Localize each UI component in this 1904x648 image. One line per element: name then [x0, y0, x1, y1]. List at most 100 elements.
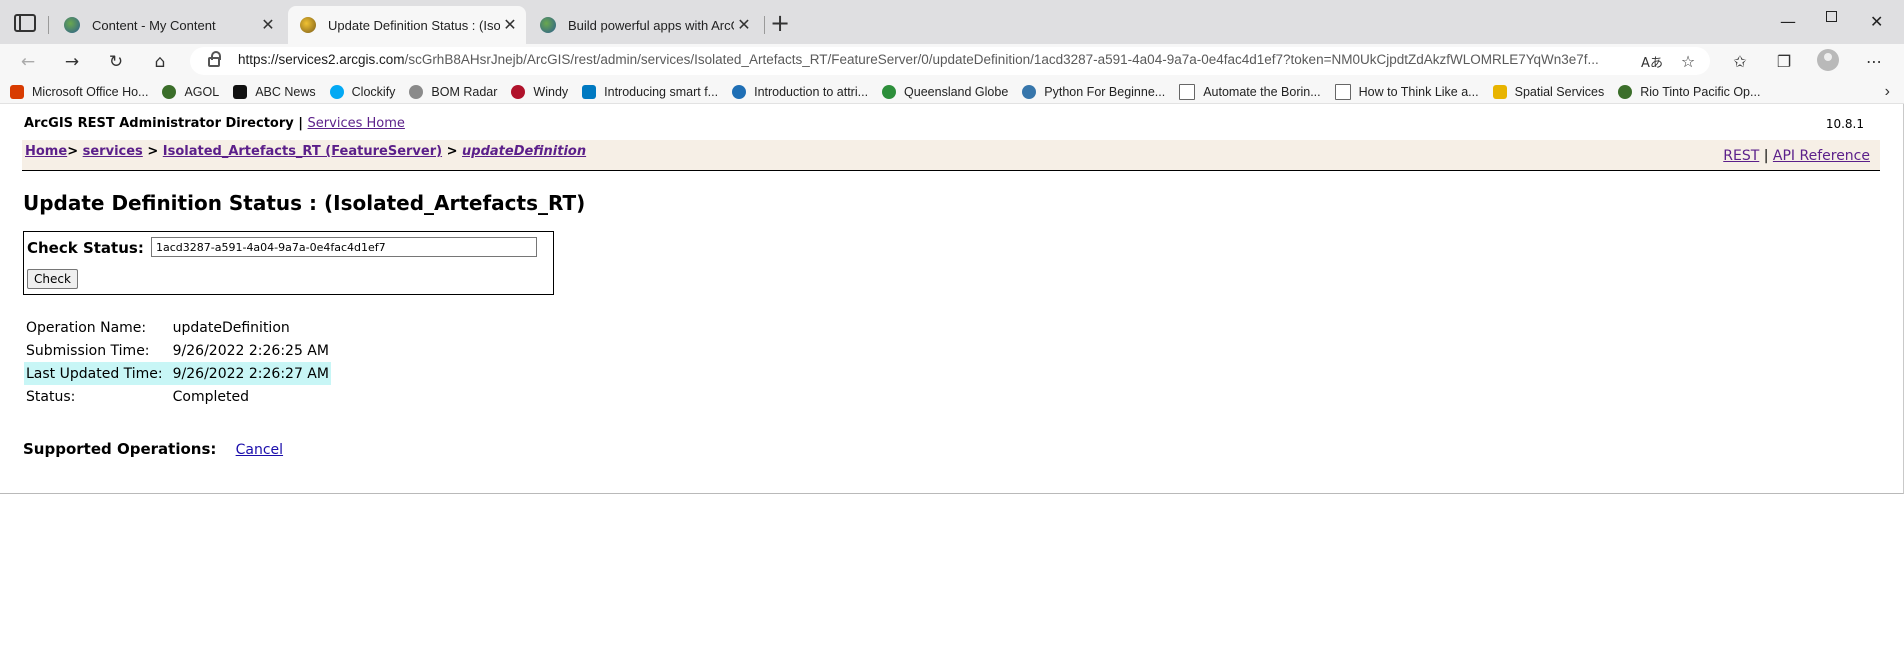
profile-avatar[interactable] — [1817, 49, 1839, 71]
page-icon — [1334, 83, 1351, 100]
table-row: Operation Name: updateDefinition — [24, 316, 331, 339]
breadcrumb: Home> services > Isolated_Artefacts_RT (… — [22, 140, 1880, 171]
directory-title: ArcGIS REST Administrator Directory — [24, 116, 294, 131]
tab-title: Content - My Content — [92, 17, 216, 33]
detail-label: Submission Time: — [26, 342, 150, 359]
collections-icon[interactable]: ❐ — [1772, 52, 1796, 71]
forward-icon[interactable]: → — [60, 52, 84, 72]
favorite-item[interactable]: Spatial Services — [1492, 84, 1605, 99]
favorite-item[interactable]: Windy — [511, 84, 569, 99]
favorite-label: AGOL — [184, 84, 220, 99]
read-aloud-icon[interactable]: Aあ — [1640, 52, 1664, 71]
favorites-icon[interactable]: ✩ — [1728, 52, 1752, 71]
rest-link[interactable]: REST — [1723, 148, 1759, 164]
tab-separator — [48, 16, 49, 34]
new-tab-icon[interactable]: + — [770, 11, 790, 35]
detail-value: Completed — [172, 388, 249, 405]
page-icon — [1179, 83, 1196, 100]
favorite-item[interactable]: Introducing smart f... — [582, 84, 719, 99]
url-path: /scGrhB8AHsrJnejb/ArcGIS/rest/admin/serv… — [404, 52, 1599, 67]
url-text[interactable]: https://services2.arcgis.com/scGrhB8AHsr… — [238, 52, 1628, 67]
lock-icon[interactable] — [208, 51, 221, 67]
arcgis-icon — [300, 17, 316, 33]
tab-strip — [0, 0, 1904, 48]
detail-label: Last Updated Time: — [24, 362, 171, 385]
globe-icon — [1618, 84, 1633, 99]
close-icon[interactable]: ✕ — [734, 15, 754, 35]
close-window-icon[interactable]: ✕ — [1870, 12, 1883, 31]
rest-separator: | — [1763, 148, 1769, 164]
favorite-label: Microsoft Office Ho... — [32, 84, 149, 99]
detail-value: 9/26/2022 2:26:27 AM — [170, 362, 331, 385]
maximize-icon[interactable] — [1826, 11, 1837, 22]
folder-icon — [1492, 84, 1507, 99]
add-favorite-icon[interactable]: ☆ — [1676, 52, 1700, 71]
globe-icon — [540, 17, 556, 33]
favorite-item[interactable]: How to Think Like a... — [1334, 83, 1479, 100]
favorite-item[interactable]: ABC News — [233, 84, 316, 99]
close-icon[interactable]: ✕ — [500, 15, 520, 35]
close-icon[interactable]: ✕ — [258, 15, 278, 35]
office-icon — [10, 84, 24, 99]
tab-title: Update Definition Status : (Isolat — [328, 17, 500, 33]
chevron-right-icon[interactable]: › — [1885, 83, 1890, 101]
favorite-item[interactable]: BOM Radar — [409, 84, 497, 99]
favorite-item[interactable]: Python For Beginne... — [1022, 84, 1166, 99]
home-icon[interactable]: ⌂ — [148, 52, 172, 72]
tab-actions-icon[interactable] — [14, 14, 36, 32]
check-status-form: Check Status: Check — [23, 231, 554, 295]
tab-update-definition-status[interactable]: Update Definition Status : (Isolat ✕ — [288, 6, 526, 44]
supported-operations-label: Supported Operations: — [23, 440, 217, 458]
favorite-item[interactable]: Introduction to attri... — [732, 84, 868, 99]
bom-icon — [409, 84, 424, 99]
favorite-label: Python For Beginne... — [1044, 84, 1166, 99]
favorite-label: Introducing smart f... — [604, 84, 719, 99]
breadcrumb-service-link[interactable]: Isolated_Artefacts_RT (FeatureServer) — [163, 144, 442, 159]
favorite-item[interactable]: Automate the Borin... — [1179, 83, 1321, 100]
breadcrumb-separator: > — [67, 144, 79, 159]
breadcrumb-separator: > — [446, 144, 458, 159]
job-id-input[interactable] — [151, 237, 537, 257]
breadcrumb-separator: > — [147, 144, 159, 159]
esri-icon — [582, 84, 597, 99]
header-separator: | — [298, 116, 304, 131]
supported-operations: Supported Operations: Cancel — [23, 440, 283, 458]
favorite-item[interactable]: Rio Tinto Pacific Op... — [1618, 84, 1761, 99]
table-row: Last Updated Time: 9/26/2022 2:26:27 AM — [24, 362, 331, 385]
favorite-label: Automate the Borin... — [1203, 84, 1321, 99]
favorites-bar: Microsoft Office Ho... AGOL ABC News Clo… — [0, 80, 1904, 104]
favorite-label: Rio Tinto Pacific Op... — [1640, 84, 1761, 99]
favorite-label: Clockify — [351, 84, 396, 99]
favorite-label: How to Think Like a... — [1358, 84, 1479, 99]
back-icon[interactable]: ← — [16, 52, 40, 72]
favorite-label: Windy — [533, 84, 569, 99]
favorite-item[interactable]: Microsoft Office Ho... — [10, 84, 149, 99]
favorite-item[interactable]: Clockify — [329, 84, 396, 99]
breadcrumb-services-link[interactable]: services — [83, 144, 143, 159]
favorite-label: Queensland Globe — [904, 84, 1009, 99]
clockify-icon — [329, 84, 344, 99]
table-row: Submission Time: 9/26/2022 2:26:25 AM — [24, 339, 331, 362]
breadcrumb-trail: Home> services > Isolated_Artefacts_RT (… — [25, 144, 586, 159]
python-icon — [1022, 84, 1037, 99]
tab-content-my-content[interactable]: Content - My Content ✕ — [52, 6, 284, 44]
services-home-link[interactable]: Services Home — [308, 116, 405, 131]
favorite-label: ABC News — [255, 84, 316, 99]
cancel-link[interactable]: Cancel — [236, 442, 283, 458]
windy-icon — [511, 84, 526, 99]
favorite-label: Spatial Services — [1514, 84, 1605, 99]
favorite-item[interactable]: Queensland Globe — [882, 84, 1009, 99]
favorite-item[interactable]: AGOL — [162, 84, 220, 99]
breadcrumb-current-link[interactable]: updateDefinition — [462, 144, 586, 159]
breadcrumb-home-link[interactable]: Home — [25, 144, 67, 159]
page-title: Update Definition Status : (Isolated_Art… — [23, 191, 586, 215]
more-menu-icon[interactable]: ⋯ — [1862, 52, 1886, 71]
check-button[interactable]: Check — [27, 269, 78, 289]
minimize-icon[interactable]: — — [1780, 12, 1796, 31]
detail-label: Status: — [26, 388, 76, 405]
tab-build-powerful-apps[interactable]: Build powerful apps with ArcGIS ✕ — [528, 6, 760, 44]
detail-value: updateDefinition — [172, 319, 290, 336]
detail-value: 9/26/2022 2:26:25 AM — [172, 342, 329, 359]
api-reference-link[interactable]: API Reference — [1773, 148, 1870, 164]
refresh-icon[interactable]: ↻ — [104, 52, 128, 72]
